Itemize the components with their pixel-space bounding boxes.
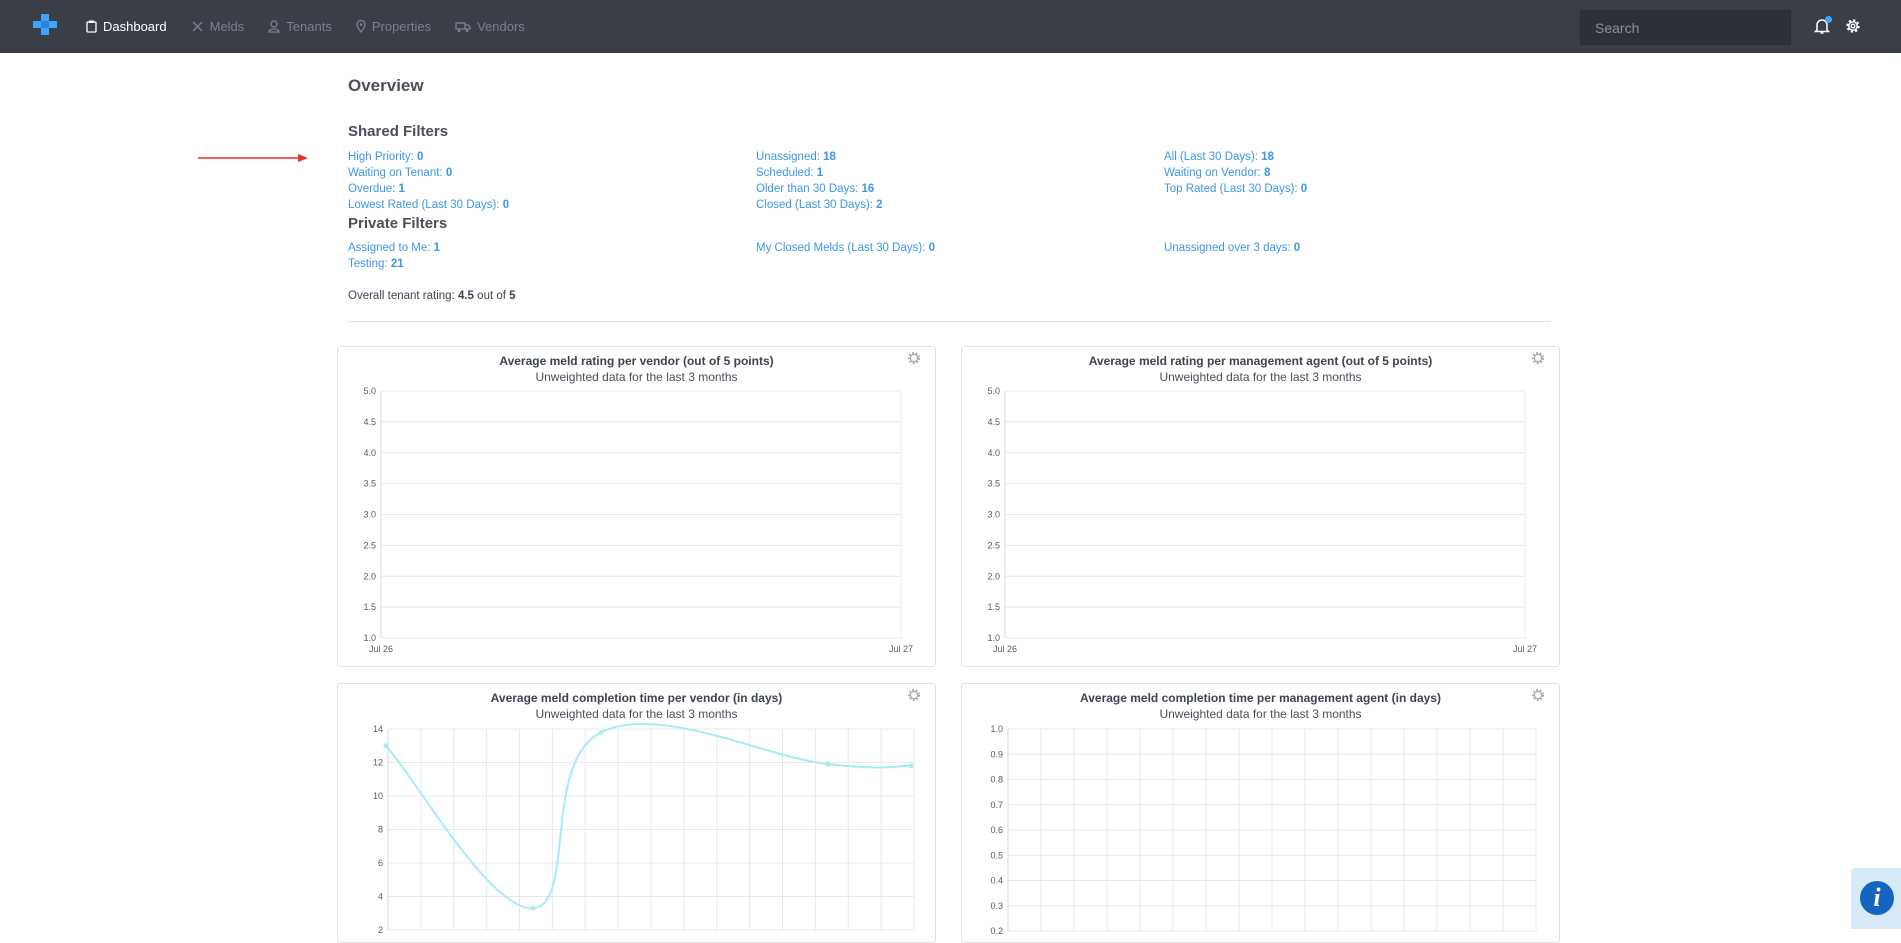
shared-filters-heading: Shared Filters	[348, 123, 449, 140]
y-tick-label: 0.5	[990, 850, 1003, 860]
filter-all-last-30-days[interactable]: All (Last 30 Days): 18	[1164, 151, 1274, 163]
filter-waiting-on-vendor[interactable]: Waiting on Vendor: 8	[1164, 167, 1270, 179]
nav-label-melds: Melds	[209, 19, 245, 34]
main-nav: Dashboard Melds Tenants Properties Vendo…	[86, 0, 549, 53]
chart-plot: 14 12 10 8 6 4 2	[373, 723, 915, 935]
chart-card-agent-completion: Average meld completion time per managem…	[961, 683, 1560, 943]
notification-badge	[1825, 16, 1832, 23]
chart-card-agent-rating: Average meld rating per management agent…	[961, 346, 1560, 667]
y-tick-label: 0.8	[990, 775, 1003, 785]
y-tick-label: 10	[373, 791, 383, 801]
y-tick-label: 12	[373, 758, 383, 768]
y-tick-label: 0.7	[990, 800, 1003, 810]
person-icon	[268, 20, 280, 33]
y-tick-label: 3.5	[363, 479, 376, 489]
nav-item-properties[interactable]: Properties	[356, 19, 431, 34]
y-tick-label: 2.5	[987, 540, 1000, 550]
y-tick-label: 0.3	[990, 901, 1003, 911]
filter-lowest-rated[interactable]: Lowest Rated (Last 30 Days): 0	[348, 199, 509, 211]
y-tick-label: 3.0	[363, 510, 376, 520]
y-tick-label: 2	[378, 925, 383, 935]
app-logo[interactable]	[33, 14, 57, 36]
private-filters-heading: Private Filters	[348, 215, 448, 232]
y-tick-label: 8	[378, 825, 383, 835]
chart-plot: 5.0 4.5 4.0 3.5 3.0 2.5 2.0 1.5 1.0Jul 26 Jul 27	[363, 386, 913, 654]
filter-unassigned[interactable]: Unassigned: 18	[756, 151, 836, 163]
x-tick-label: Jul 27	[889, 644, 913, 654]
chart-card-vendor-completion: Average meld completion time per vendor …	[337, 683, 936, 943]
red-arrow-annotation	[198, 154, 308, 162]
y-tick-label: 3.0	[987, 510, 1000, 520]
filter-closed-last-30-days[interactable]: Closed (Last 30 Days): 2	[756, 199, 883, 211]
filter-testing[interactable]: Testing: 21	[348, 258, 404, 270]
chart-plot: 1.0 0.9 0.8 0.7 0.6 0.5 0.4 0.3 0.2	[990, 724, 1537, 936]
y-tick-label: 0.9	[990, 749, 1003, 759]
series-line	[385, 723, 912, 910]
y-tick-label: 1.0	[363, 633, 376, 643]
nav-item-vendors[interactable]: Vendors	[455, 19, 525, 34]
nav-label-dashboard: Dashboard	[103, 19, 167, 34]
top-navigation-bar: Dashboard Melds Tenants Properties Vendo…	[0, 0, 1901, 53]
y-tick-label: 3.5	[987, 479, 1000, 489]
y-tick-label: 5.0	[987, 386, 1000, 396]
section-divider	[348, 321, 1550, 322]
x-tick-label: Jul 27	[1513, 644, 1537, 654]
x-tick-label: Jul 26	[993, 644, 1017, 654]
y-tick-label: 4.5	[987, 417, 1000, 427]
nav-label-vendors: Vendors	[477, 19, 525, 34]
tools-icon	[192, 21, 203, 32]
chart-card-vendor-rating: Average meld rating per vendor (out of 5…	[337, 346, 936, 667]
chart-plot: 5.0 4.5 4.0 3.5 3.0 2.5 2.0 1.5 1.0Jul 26 Jul 27	[987, 386, 1537, 654]
nav-item-melds[interactable]: Melds	[191, 19, 245, 34]
data-point	[598, 729, 604, 735]
y-tick-label: 4.0	[987, 448, 1000, 458]
clipboard-icon	[86, 20, 97, 33]
data-point	[908, 763, 914, 769]
overall-tenant-rating: Overall tenant rating: 4.5 out of 5	[348, 290, 516, 302]
y-tick-label: 0.6	[990, 825, 1003, 835]
data-point	[383, 743, 389, 749]
filter-overdue[interactable]: Overdue: 1	[348, 183, 405, 195]
y-tick-label: 0.2	[990, 926, 1003, 936]
nav-item-tenants[interactable]: Tenants	[268, 19, 332, 34]
filter-top-rated[interactable]: Top Rated (Last 30 Days): 0	[1164, 183, 1307, 195]
filter-waiting-on-tenant[interactable]: Waiting on Tenant: 0	[348, 167, 452, 179]
y-tick-label: 4.0	[363, 448, 376, 458]
filter-scheduled[interactable]: Scheduled: 1	[756, 167, 823, 179]
y-tick-label: 4	[378, 892, 383, 902]
info-icon: i	[1860, 881, 1894, 915]
y-tick-label: 1.5	[987, 602, 1000, 612]
help-info-button[interactable]: i	[1851, 868, 1901, 929]
y-tick-label: 2.0	[363, 571, 376, 581]
data-point	[825, 761, 831, 767]
truck-icon	[455, 21, 471, 32]
nav-label-properties: Properties	[371, 19, 432, 34]
y-tick-label: 2.0	[987, 571, 1000, 581]
y-tick-label: 0.4	[990, 876, 1003, 886]
y-tick-label: 1.0	[990, 724, 1003, 734]
gear-icon[interactable]	[1844, 17, 1862, 35]
y-tick-label: 14	[373, 724, 383, 734]
x-tick-label: Jul 26	[369, 644, 393, 654]
y-tick-label: 1.0	[987, 633, 1000, 643]
map-pin-icon	[356, 20, 366, 33]
y-tick-label: 4.5	[363, 417, 376, 427]
page-title: Overview	[348, 76, 424, 95]
nav-label-tenants: Tenants	[286, 19, 332, 34]
y-tick-label: 5.0	[363, 386, 376, 396]
filter-older-than-30-days[interactable]: Older than 30 Days: 16	[756, 183, 874, 195]
nav-item-dashboard[interactable]: Dashboard	[86, 19, 167, 34]
y-tick-label: 6	[378, 858, 383, 868]
filter-my-closed-melds[interactable]: My Closed Melds (Last 30 Days): 0	[756, 242, 935, 254]
filter-assigned-to-me[interactable]: Assigned to Me: 1	[348, 242, 440, 254]
y-tick-label: 1.5	[363, 602, 376, 612]
y-tick-label: 2.5	[363, 540, 376, 550]
filter-unassigned-over-3-days[interactable]: Unassigned over 3 days: 0	[1164, 242, 1300, 254]
data-point	[530, 905, 536, 911]
search-input[interactable]	[1580, 10, 1791, 45]
filter-high-priority[interactable]: High Priority: 0	[348, 151, 423, 163]
